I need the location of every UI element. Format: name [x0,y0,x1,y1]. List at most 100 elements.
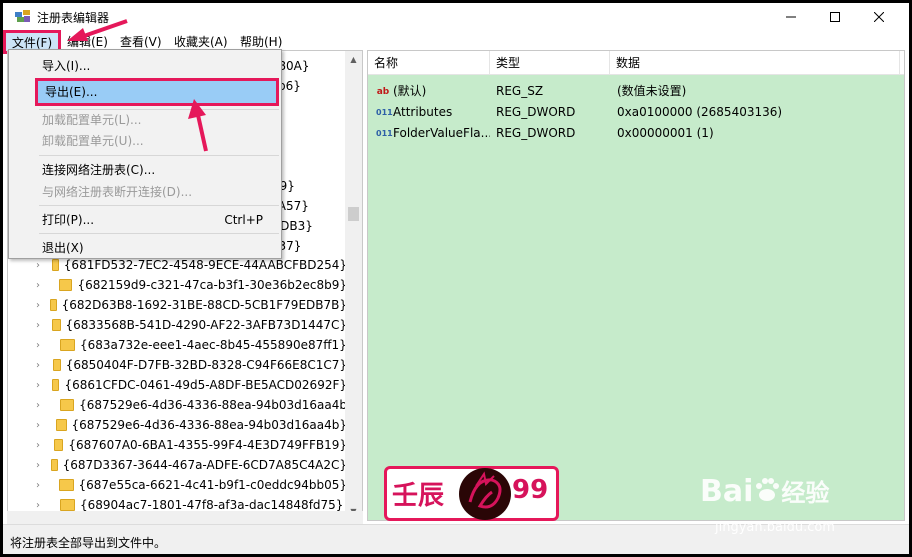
tree-key-item[interactable]: › {687e55ca-6621-4c41-b9f1-c0eddc94bb05} [8,475,347,495]
tree-scroll-thumb[interactable] [348,207,359,221]
tree-key-item[interactable]: › {682D63B8-1692-31BE-88CD-5CB1F79EDB7B} [8,295,347,315]
tree-key-item[interactable]: › {6833568B-541D-4290-AF22-3AFB73D1447C} [8,315,347,335]
tree-key-label: {687D3367-3644-467a-ADFE-6CD7A85C4A2C} [62,458,347,472]
value-name: (默认) [393,84,427,98]
tree-key-item[interactable]: › {6850404F-D7FB-32BD-8328-C94F66E8C1C7} [8,355,347,375]
tree-horizontal-scrollbar[interactable] [7,511,363,524]
menu-item-disconnect-network-registry: 与网络注册表断开连接(D)... [42,185,193,199]
close-button[interactable] [857,3,901,30]
string-value-icon: ab [376,86,390,97]
close-icon [874,11,884,22]
menu-separator [39,233,279,234]
file-dropdown-menu: 导入(I)... 导出(E)... 加载配置单元(L)... 卸载配置单元(U)… [8,49,282,259]
menu-favorites[interactable]: 收藏夹(A) [174,33,228,50]
menu-item-import[interactable]: 导入(I)... [9,55,281,77]
expand-chevron-icon[interactable]: › [36,320,42,331]
annotation-arrow-icon [67,19,128,41]
stamp-text-left: 壬辰 [392,481,445,511]
column-header-data[interactable]: 数据 [610,51,900,75]
column-header-type[interactable]: 类型 [490,51,610,75]
tree-key-label: {6861CFDC-0461-49d5-A8DF-BE5ACD02692F} [64,378,347,392]
menu-item-load-hive: 加载配置单元(L)... [42,113,142,127]
folder-icon [52,359,61,371]
tree-key-item[interactable]: › {6861CFDC-0461-49d5-A8DF-BE5ACD02692F} [8,375,347,395]
tree-key-label: {6850404F-D7FB-32BD-8328-C94F66E8C1C7} [65,358,347,372]
status-text: 将注册表全部导出到文件中。 [10,536,167,550]
menu-separator [39,205,279,206]
baidu-text: Bai [700,474,754,509]
expand-chevron-icon[interactable]: › [36,440,44,451]
expand-chevron-icon[interactable]: › [36,280,49,291]
menu-separator [39,155,279,156]
tree-key-item[interactable]: › {683a732e-eee1-4aec-8b45-455890e87ff1} [8,335,347,355]
expand-chevron-icon[interactable]: › [36,300,40,311]
folder-icon [52,319,61,331]
menu-item-connect-network-registry[interactable]: 连接网络注册表(C)... [9,159,281,181]
folder-icon [53,439,64,451]
registry-editor-window: 注册表编辑器 文件(F) 编辑(E) 查看(V) 收藏夹(A) 帮助(H) E8… [3,3,909,554]
expand-chevron-icon[interactable]: › [36,460,41,471]
expand-chevron-icon[interactable]: › [36,500,50,511]
baidu-watermark: Bai 经验 [700,473,829,509]
value-type: REG_DWORD [496,126,576,140]
dword-value-icon: 011 [376,128,393,138]
expand-chevron-icon[interactable]: › [36,260,42,271]
value-name: Attributes [393,105,453,119]
tree-key-item[interactable]: › {687D3367-3644-467a-ADFE-6CD7A85C4A2C} [8,455,347,475]
baidu-suffix: 经验 [781,479,830,507]
expand-chevron-icon[interactable]: › [36,360,43,371]
expand-chevron-icon[interactable]: › [36,480,49,491]
tree-key-item[interactable]: › {687607A0-6BA1-4355-99F4-4E3D749FFB19} [8,435,347,455]
folder-icon [59,479,74,491]
baidu-paw-icon [756,478,780,501]
expand-chevron-icon[interactable]: › [36,420,46,431]
print-shortcut: Ctrl+P [224,213,263,227]
tree-key-label: {682159d9-c321-47ca-b3f1-30e36b2ec8b9} [77,278,347,292]
list-header: 名称 类型 数据 [368,51,904,75]
tree-key-item[interactable]: › {687529e6-4d36-4336-88ea-94b03d16aa4b} [8,415,347,435]
maximize-icon [830,11,840,22]
watermark-stamp: 壬辰 99 [384,466,559,521]
column-header-name[interactable]: 名称 [368,51,490,75]
value-name-cell: 011 FolderValueFla... [376,123,490,144]
folder-icon [51,379,60,391]
menu-help[interactable]: 帮助(H) [240,33,282,50]
value-name: FolderValueFla... [393,126,490,140]
tree-key-item[interactable]: › {687529e6-4d36-4336-88ea-94b03d16aa4b [8,395,347,415]
menu-item-export[interactable]: 导出(E)... [35,78,279,106]
value-type: REG_DWORD [496,105,576,119]
tree-key-label: {6833568B-541D-4290-AF22-3AFB73D1447C} [65,318,347,332]
value-name-cell: ab (默认) [376,81,490,102]
folder-icon [51,459,58,471]
scroll-up-arrow-icon[interactable]: ▲ [345,51,362,68]
expand-chevron-icon[interactable]: › [36,340,50,351]
minimize-button[interactable] [769,3,813,30]
folder-icon [50,299,57,311]
tree-key-label: {682D63B8-1692-31BE-88CD-5CB1F79EDB7B} [61,298,347,312]
value-row[interactable]: 011 FolderValueFla... REG_DWORD 0x00000001 … [368,123,904,144]
tree-key-label: {687529e6-4d36-4336-88ea-94b03d16aa4b} [71,418,347,432]
expand-chevron-icon[interactable]: › [36,400,50,411]
value-data: 0x00000001 (1) [617,126,714,140]
value-name-cell: 011 Attributes [376,102,490,123]
values-pane[interactable]: 名称 类型 数据 ab (默认) REG_SZ (数值未设置) 011 Attribute… [367,50,905,521]
menu-item-print[interactable]: 打印(P)... Ctrl+P [9,209,281,231]
menu-item-print-label: 打印(P)... [42,213,95,227]
title-bar: 注册表编辑器 [3,3,909,30]
expand-chevron-icon[interactable]: › [36,380,42,391]
value-row[interactable]: ab (默认) REG_SZ (数值未设置) [368,81,904,102]
tree-key-item[interactable]: › {682159d9-c321-47ca-b3f1-30e36b2ec8b9} [8,275,347,295]
folder-icon [60,339,75,351]
menu-item-exit[interactable]: 退出(X) [9,237,281,259]
value-row[interactable]: 011 Attributes REG_DWORD 0xa0100000 (268540… [368,102,904,123]
tree-key-label: {687529e6-4d36-4336-88ea-94b03d16aa4b [79,398,347,412]
tree-key-label: {687607A0-6BA1-4355-99F4-4E3D749FFB19} [68,438,347,452]
annotation-arrow-icon [188,99,208,152]
maximize-button[interactable] [813,3,857,30]
dword-value-icon: 011 [376,107,393,117]
menu-item-unload-hive: 卸载配置单元(U)... [42,134,144,148]
folder-icon [60,499,75,511]
folder-icon [51,259,59,271]
value-type: REG_SZ [496,84,544,98]
tree-vertical-scrollbar[interactable]: ▲ ▼ [345,51,362,520]
